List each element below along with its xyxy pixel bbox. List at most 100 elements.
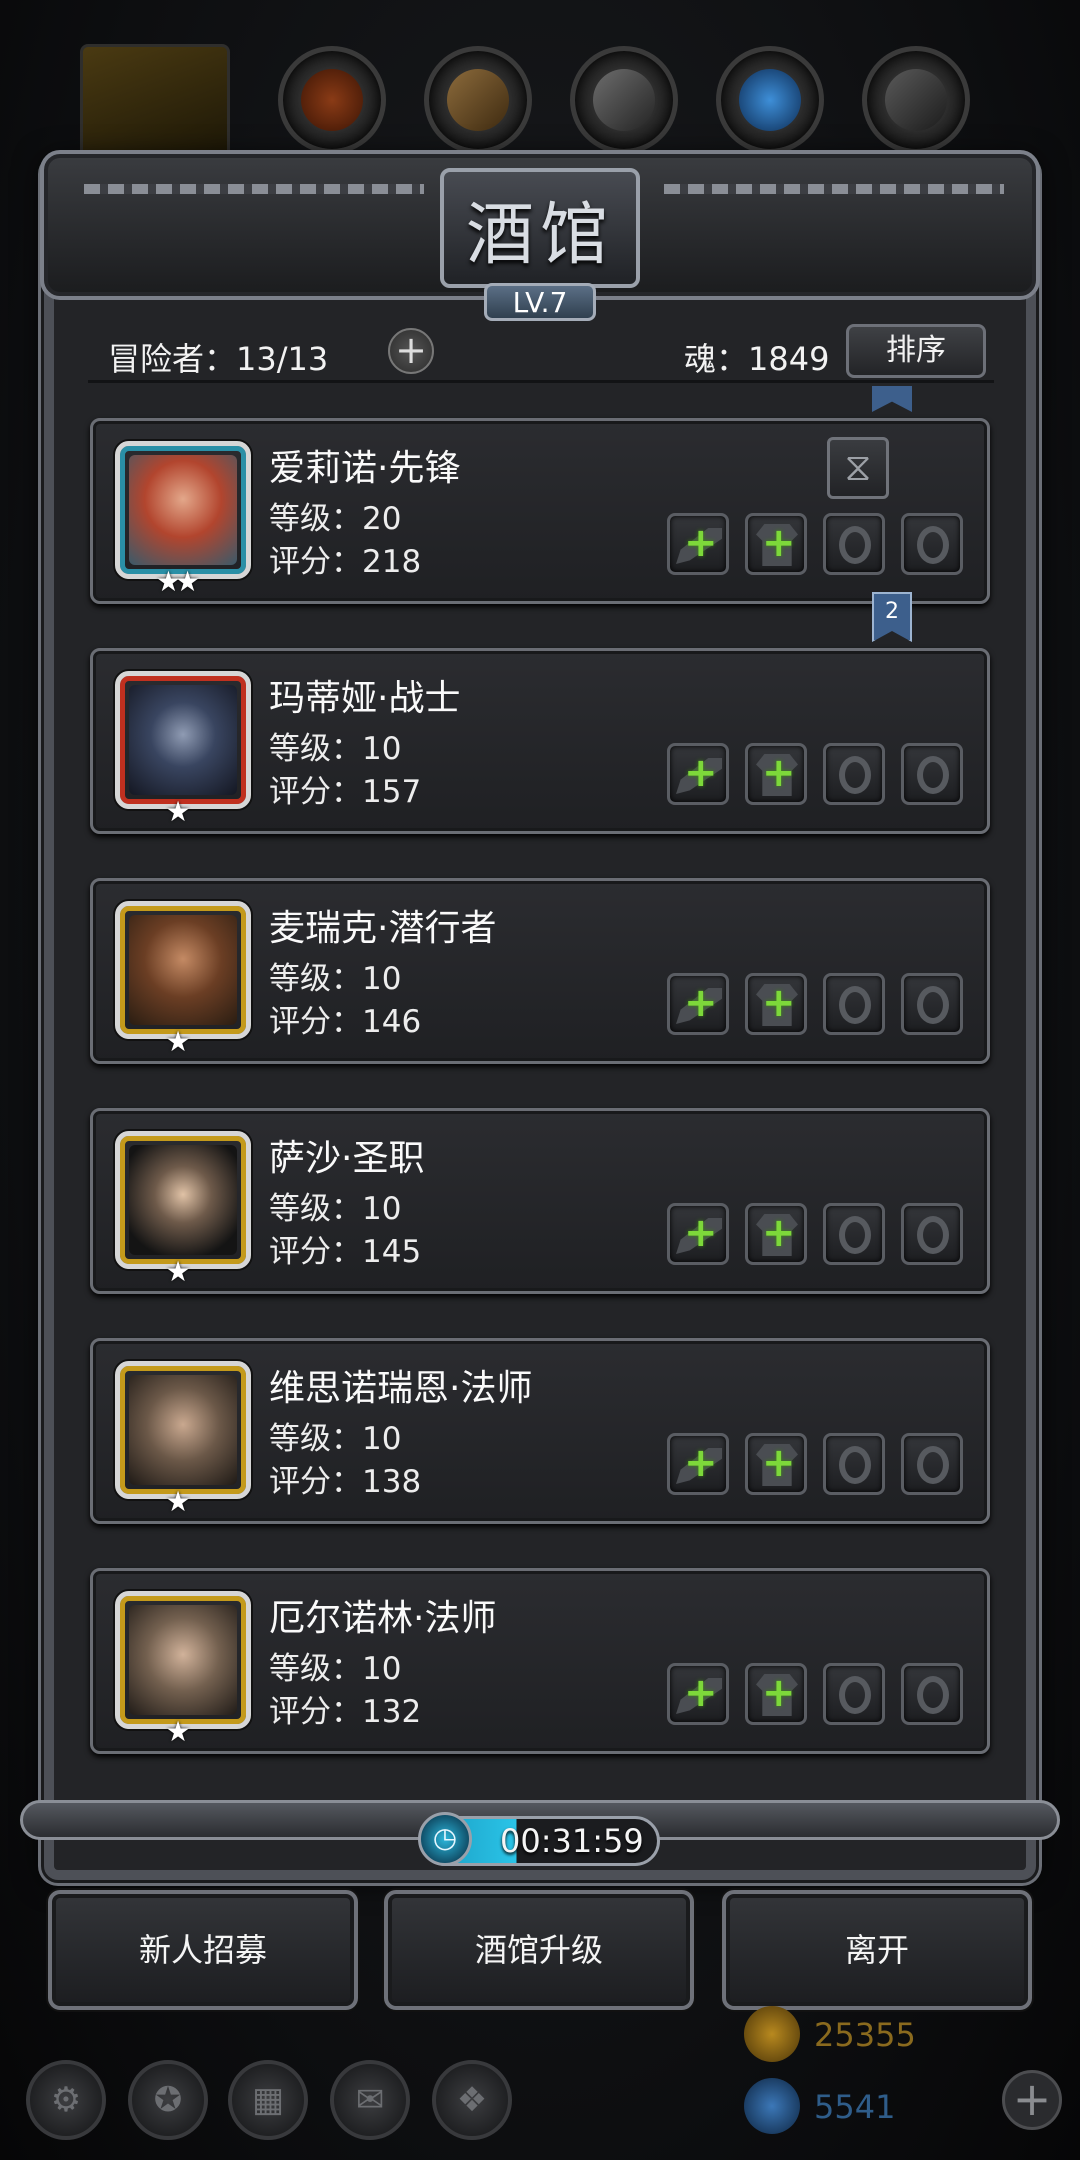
ring-icon [917, 1446, 949, 1484]
star-rating: ★★ [155, 565, 200, 598]
ring-slot[interactable] [823, 513, 885, 575]
gem-amount: 5541 [814, 2088, 896, 2126]
add-currency-icon[interactable]: + [1002, 2070, 1062, 2130]
hero-name: 萨沙·圣职 [269, 1138, 425, 1179]
ring-slot[interactable] [901, 1663, 963, 1725]
ring-slot[interactable] [823, 1433, 885, 1495]
plus-icon: + [684, 1440, 718, 1486]
hero-avatar[interactable] [115, 671, 251, 809]
weapon-slot[interactable]: + [667, 1663, 729, 1725]
ring-icon [839, 526, 871, 564]
armor-slot[interactable]: + [745, 973, 807, 1035]
hero-name: 厄尔诺林·法师 [269, 1598, 497, 1639]
hero-name: 爱莉诺·先锋 [269, 448, 461, 489]
sort-button[interactable]: 排序 [846, 324, 986, 378]
mail-icon[interactable]: ✉ [330, 2060, 410, 2140]
ring-slot[interactable] [901, 743, 963, 805]
plus-icon: + [684, 750, 718, 796]
plus-icon: + [762, 980, 796, 1026]
star-rating: ★ [165, 1025, 190, 1058]
hero-avatar[interactable] [115, 441, 251, 579]
hourglass-icon[interactable]: ⧖ [827, 437, 889, 499]
plus-icon: + [684, 980, 718, 1026]
recruit-button[interactable]: 新人招募 [48, 1890, 358, 2010]
hero-level: 等级：10 [269, 1421, 402, 1457]
plus-icon: + [684, 1210, 718, 1256]
hero-avatar[interactable] [115, 1361, 251, 1499]
hero-card[interactable]: ★ 麦瑞克·潜行者 等级：10 评分：146 + + [90, 878, 990, 1064]
hero-score: 评分：145 [269, 1234, 422, 1270]
settings-gear-icon[interactable]: ⚙ [26, 2060, 106, 2140]
hero-name: 玛蒂娅·战士 [269, 678, 461, 719]
gold-amount: 25355 [814, 2016, 916, 2054]
star-rating: ★ [165, 1255, 190, 1288]
stone-resource-icon[interactable] [862, 46, 970, 154]
hero-level: 等级：10 [269, 961, 402, 997]
ring-icon [917, 756, 949, 794]
hero-level: 等级：10 [269, 731, 402, 767]
hero-level: 等级：20 [269, 501, 402, 537]
ring-icon [839, 1446, 871, 1484]
hero-level: 等级：10 [269, 1191, 402, 1227]
weapon-slot[interactable]: + [667, 973, 729, 1035]
plus-icon: + [762, 1210, 796, 1256]
wood-resource-icon[interactable] [424, 46, 532, 154]
ring-icon [917, 1676, 949, 1714]
ring-slot[interactable] [823, 743, 885, 805]
info-bar: 冒险者：13/13 + 魂：1849 排序 [88, 320, 994, 380]
rank-icon[interactable]: ▦ [228, 2060, 308, 2140]
weapon-slot[interactable]: + [667, 513, 729, 575]
weapon-slot[interactable]: + [667, 743, 729, 805]
armor-slot[interactable]: + [745, 1663, 807, 1725]
hero-card[interactable]: ★ 萨沙·圣职 等级：10 评分：145 + + [90, 1108, 990, 1294]
leave-button[interactable]: 离开 [722, 1890, 1032, 2010]
ring-slot[interactable] [901, 1433, 963, 1495]
player-portrait[interactable] [80, 44, 230, 164]
armor-slot[interactable]: + [745, 1433, 807, 1495]
armor-slot[interactable]: + [745, 743, 807, 805]
weapon-slot[interactable]: + [667, 1203, 729, 1265]
iron-resource-icon[interactable] [570, 46, 678, 154]
hero-avatar[interactable] [115, 1591, 251, 1729]
ring-slot[interactable] [901, 1203, 963, 1265]
tavern-level-badge: LV.7 [484, 283, 596, 321]
hero-card[interactable]: ★ 维思诺瑞恩·法师 等级：10 评分：138 + + [90, 1338, 990, 1524]
page-title: 酒馆 [465, 195, 614, 275]
adventurer-count: 冒险者：13/13 [108, 340, 329, 378]
ring-slot[interactable] [901, 513, 963, 575]
ring-slot[interactable] [823, 1663, 885, 1725]
chain-decoration-right [664, 184, 1004, 194]
ring-slot[interactable] [901, 973, 963, 1035]
plus-icon: + [684, 1670, 718, 1716]
plus-icon: + [762, 520, 796, 566]
food-resource-icon[interactable] [278, 46, 386, 154]
plus-icon: + [684, 520, 718, 566]
armor-slot[interactable]: + [745, 1203, 807, 1265]
title-plate: 酒馆 [440, 168, 640, 288]
armor-slot[interactable]: + [745, 513, 807, 575]
upgrade-tavern-button[interactable]: 酒馆升级 [384, 1890, 694, 2010]
ring-icon [839, 756, 871, 794]
gem-icon [744, 2078, 800, 2134]
hero-name: 维思诺瑞恩·法师 [269, 1368, 533, 1409]
ring-icon [839, 986, 871, 1024]
refresh-timer: 00:31:59 [500, 1822, 644, 1860]
soul-count: 魂：1849 [684, 340, 830, 378]
hero-card[interactable]: ★★ 爱莉诺·先锋 等级：20 评分：218 ⧖ + + [90, 418, 990, 604]
star-rating: ★ [165, 1715, 190, 1748]
crystal-resource-icon[interactable] [716, 46, 824, 154]
hero-avatar[interactable] [115, 1131, 251, 1269]
star-badge-icon[interactable]: ✪ [128, 2060, 208, 2140]
star-rating: ★ [165, 795, 190, 828]
plus-icon: + [762, 1440, 796, 1486]
hero-score: 评分：146 [269, 1004, 422, 1040]
hero-card[interactable]: ★ 玛蒂娅·战士 等级：10 评分：157 + + [90, 648, 990, 834]
gift-icon[interactable]: ❖ [432, 2060, 512, 2140]
add-adventurer-button[interactable]: + [388, 328, 434, 374]
hero-avatar[interactable] [115, 901, 251, 1039]
ring-slot[interactable] [823, 1203, 885, 1265]
ring-icon [917, 986, 949, 1024]
hero-card[interactable]: ★ 厄尔诺林·法师 等级：10 评分：132 + + [90, 1568, 990, 1754]
weapon-slot[interactable]: + [667, 1433, 729, 1495]
ring-slot[interactable] [823, 973, 885, 1035]
